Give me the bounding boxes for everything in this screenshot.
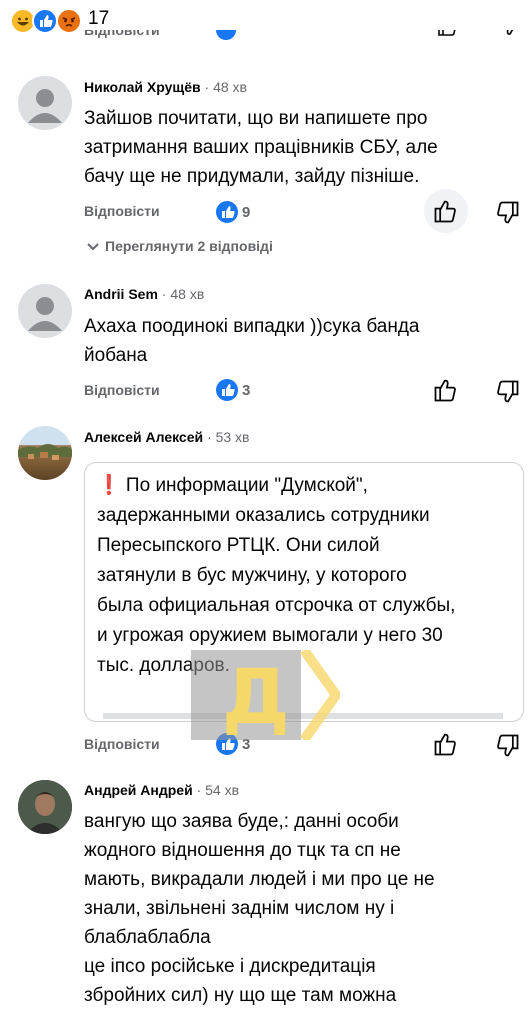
like-icon[interactable] [436, 30, 460, 38]
comment-line: затримання ваших працівників СБУ, але [84, 137, 438, 158]
comment-line: мають, викрадали людей і ми про це не [84, 869, 435, 890]
comment-text: Зайшов почитати, що ви напишете про затр… [84, 104, 438, 191]
angry-reaction-icon [56, 8, 82, 34]
like-badge-icon [216, 30, 236, 40]
comment-line: жодного відношення до тцк та сп не [84, 840, 401, 861]
author-name[interactable]: Андрей Андрей [84, 782, 193, 798]
author-name[interactable]: Алексей Алексей [84, 429, 203, 445]
comment-line: знали, звільнені заднім числом ну і [84, 898, 395, 919]
watermark-chevron-icon [299, 647, 343, 745]
reaction-count: 17 [88, 8, 110, 29]
like-icon[interactable] [432, 376, 460, 404]
like-count: 3 [242, 382, 251, 399]
quote-line: задержанными оказались сотрудники [97, 505, 430, 526]
reply-button[interactable]: Відповісти [84, 382, 160, 398]
comment-line: вангую що заява буде,: данні особи [84, 811, 399, 832]
quote-line: ❗ По информации "Думской", [97, 475, 368, 496]
like-reaction-icon [32, 8, 58, 34]
quote-line: Пересыпского РТЦК. Они силой [97, 535, 380, 556]
avatar[interactable] [18, 284, 72, 338]
view-replies-link[interactable]: Переглянути 2 відповіді [105, 238, 273, 254]
comment-time[interactable]: 53 хв [216, 429, 250, 445]
like-badge-icon [216, 379, 238, 401]
quote-line: затянули в бус мужчину, у которого [97, 565, 407, 586]
like-icon[interactable] [432, 197, 460, 225]
comment-line: Ахаха поодинокі випадки ))сука банда [84, 316, 420, 337]
comment-time[interactable]: 48 хв [170, 286, 204, 302]
comment-line: йобана [84, 345, 148, 366]
author-name[interactable]: Andrii Sem [84, 286, 158, 302]
comment-text: вангую що заява буде,: данні особи жодно… [84, 807, 435, 1010]
comment-author[interactable]: Андрей Андрей · 54 хв [84, 782, 239, 798]
author-name[interactable]: Николай Хрущёв [84, 79, 201, 95]
reply-button[interactable]: Відповісти [84, 736, 160, 752]
comment-line: бачу ще не придумали, зайду пізніше. [84, 166, 420, 187]
quote-line: была официальная отсрочка от службы, [97, 595, 456, 616]
comment-line: блаблаблабла [84, 927, 211, 948]
like-icon[interactable] [432, 730, 460, 758]
avatar[interactable] [18, 426, 72, 480]
dislike-icon[interactable] [493, 199, 521, 227]
comment-time[interactable]: 54 хв [205, 782, 239, 798]
reply-button[interactable]: Відповісти [84, 203, 160, 219]
comment-author[interactable]: Andrii Sem · 48 хв [84, 286, 204, 302]
quote-line: и угрожая оружием вымогали у него 30 [97, 625, 443, 646]
comment-text: Ахаха поодинокі випадки ))сука банда йоб… [84, 312, 419, 370]
comment-author[interactable]: Николай Хрущёв · 48 хв [84, 79, 247, 95]
avatar[interactable] [18, 76, 72, 130]
landscape-photo-icon [18, 444, 72, 460]
comment-time[interactable]: 48 хв [213, 79, 247, 95]
person-photo-icon [18, 780, 72, 834]
default-avatar-icon [28, 297, 62, 331]
like-count: 9 [242, 204, 251, 221]
avatar[interactable] [18, 780, 72, 834]
dislike-icon[interactable] [493, 378, 521, 406]
comment-line: збройних сил) ну що ще там можна [84, 985, 397, 1006]
previous-comment-actions: Відповісти [84, 30, 524, 50]
comment-line: це іпсо російське і дискредитація [84, 956, 376, 977]
like-badge-icon [216, 201, 238, 223]
dislike-icon[interactable] [497, 30, 521, 38]
chevron-down-icon [86, 240, 100, 258]
watermark-logo: Д [222, 652, 290, 741]
dislike-icon[interactable] [493, 732, 521, 760]
comment-author[interactable]: Алексей Алексей · 53 хв [84, 429, 249, 445]
default-avatar-icon [28, 89, 62, 123]
comment-line: Зайшов почитати, що ви напишете про [84, 108, 428, 129]
reply-link[interactable]: Відповісти [84, 30, 160, 38]
